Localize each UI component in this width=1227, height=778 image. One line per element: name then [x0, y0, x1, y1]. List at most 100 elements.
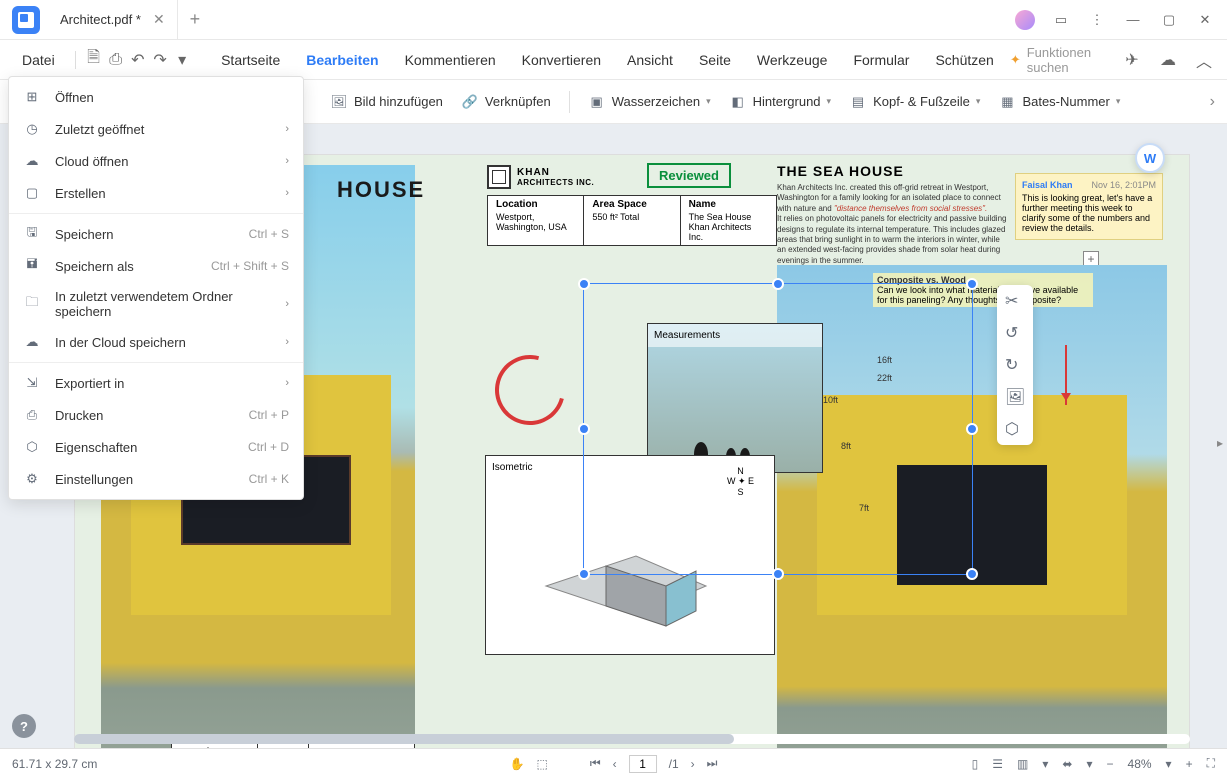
- view-facing-icon[interactable]: ▥: [1017, 757, 1028, 771]
- menu-recent[interactable]: ◷Zuletzt geöffnet›: [9, 113, 303, 145]
- extract-icon[interactable]: ⬡: [1005, 419, 1025, 439]
- menu-ansicht[interactable]: Ansicht: [617, 46, 683, 74]
- view-dropdown-icon[interactable]: ▾: [1086, 757, 1092, 771]
- next-page-icon[interactable]: ›: [691, 757, 695, 771]
- close-window-button[interactable]: ✕: [1195, 10, 1215, 30]
- close-tab-icon[interactable]: ✕: [153, 11, 165, 28]
- clock-icon: ◷: [23, 120, 41, 138]
- redo-icon[interactable]: ↷: [152, 49, 168, 71]
- chevron-down-icon: ▾: [976, 96, 981, 107]
- undo-icon[interactable]: ↶: [130, 49, 146, 71]
- menu-schuetzen[interactable]: Schützen: [925, 46, 1003, 74]
- help-button[interactable]: ?: [12, 714, 36, 738]
- menu-file[interactable]: Datei: [12, 46, 65, 74]
- minimize-button[interactable]: —: [1123, 10, 1143, 30]
- link-icon: 🔗: [461, 93, 479, 111]
- menu-properties[interactable]: ⬡EigenschaftenCtrl + D: [9, 431, 303, 463]
- cloud-upload-icon[interactable]: ☁: [1157, 49, 1179, 71]
- menu-save-as[interactable]: 🖬Speichern alsCtrl + Shift + S: [9, 250, 303, 282]
- view-single-icon[interactable]: ▯: [972, 757, 979, 771]
- more-icon[interactable]: ⋮: [1087, 10, 1107, 30]
- tool-link[interactable]: 🔗 Verknüpfen: [461, 93, 551, 111]
- menu-print[interactable]: ⎙DruckenCtrl + P: [9, 399, 303, 431]
- zoom-out-icon[interactable]: −: [1107, 757, 1114, 771]
- comment-author: Faisal Khan: [1022, 180, 1073, 190]
- menu-save[interactable]: 🖫SpeichernCtrl + S: [9, 218, 303, 250]
- rotate-right-icon[interactable]: ↻: [1005, 355, 1025, 375]
- header-footer-icon: ▤: [849, 93, 867, 111]
- menu-create[interactable]: ▢Erstellen›: [9, 177, 303, 209]
- resize-handle-w[interactable]: [578, 423, 590, 435]
- resize-handle-nw[interactable]: [578, 278, 590, 290]
- zoom-in-icon[interactable]: +: [1186, 757, 1193, 771]
- first-page-icon[interactable]: ⏮: [590, 756, 601, 771]
- add-tab-button[interactable]: +: [178, 9, 213, 30]
- search-functions[interactable]: ✦ Funktionen suchen: [1010, 45, 1103, 75]
- cloud-upload-icon: ☁: [23, 333, 41, 351]
- chevron-right-icon: ›: [285, 187, 289, 199]
- menu-bearbeiten[interactable]: Bearbeiten: [296, 46, 388, 74]
- last-page-icon[interactable]: ⏭: [707, 756, 718, 771]
- page-input[interactable]: [629, 755, 657, 773]
- menu-formular[interactable]: Formular: [843, 46, 919, 74]
- fit-width-icon[interactable]: ⬌: [1062, 757, 1072, 771]
- menu-startseite[interactable]: Startseite: [211, 46, 290, 74]
- menu-save-recent-folder[interactable]: 🗀In zuletzt verwendetem Ordner speichern…: [9, 282, 303, 326]
- chevron-down-icon: ▾: [706, 96, 711, 107]
- sparkle-icon: ✦: [1010, 52, 1021, 68]
- menubar: Datei 🗎 ⎙ ↶ ↷ ▾ Startseite Bearbeiten Ko…: [0, 40, 1227, 80]
- tool-header-footer[interactable]: ▤ Kopf- & Fußzeile ▾: [849, 93, 980, 111]
- menu-kommentieren[interactable]: Kommentieren: [395, 46, 506, 74]
- tab-document[interactable]: Architect.pdf * ✕: [48, 0, 178, 39]
- tool-watermark[interactable]: ▣ Wasserzeichen ▾: [588, 93, 711, 111]
- avatar[interactable]: [1015, 10, 1035, 30]
- menu-cloud-open[interactable]: ☁Cloud öffnen›: [9, 145, 303, 177]
- statusbar: 61.71 x 29.7 cm ✋ ⬚ ⏮ ‹ /1 › ⏭ ▯ ☰ ▥ ▾ ⬌…: [0, 748, 1227, 778]
- qat-dropdown-icon[interactable]: ▾: [174, 49, 190, 71]
- menu-open[interactable]: ⊞Öffnen: [9, 81, 303, 113]
- file-menu-dropdown: ⊞Öffnen ◷Zuletzt geöffnet› ☁Cloud öffnen…: [8, 76, 304, 500]
- prev-page-icon[interactable]: ‹: [613, 757, 617, 771]
- menu-export[interactable]: ⇲Exportiert in›: [9, 367, 303, 399]
- send-icon[interactable]: ✈: [1121, 49, 1143, 71]
- app-icon[interactable]: [12, 6, 40, 34]
- menu-seite[interactable]: Seite: [689, 46, 741, 74]
- isometric-panel: Isometric N W ✦ E S: [485, 455, 775, 655]
- horizontal-scrollbar[interactable]: [74, 734, 1190, 744]
- replace-image-icon[interactable]: 🖼: [1005, 387, 1025, 407]
- tool-link-label: Verknüpfen: [485, 94, 551, 109]
- doc-mid-header: KHAN ARCHITECTS INC. LocationWestport, W…: [487, 165, 777, 246]
- expand-sidebar-icon[interactable]: ▸: [1217, 436, 1223, 450]
- scrollbar-thumb[interactable]: [74, 734, 734, 744]
- menu-konvertieren[interactable]: Konvertieren: [512, 46, 611, 74]
- bates-icon: ▦: [998, 93, 1016, 111]
- view-continuous-icon[interactable]: ☰: [992, 757, 1003, 771]
- collapse-ribbon-icon[interactable]: ︿: [1193, 49, 1215, 71]
- print-icon[interactable]: ⎙: [108, 49, 124, 71]
- zoom-dropdown-icon[interactable]: ▾: [1166, 757, 1172, 771]
- comment-note[interactable]: Faisal Khan Nov 16, 2:01PM This is looki…: [1015, 173, 1163, 240]
- chevron-right-icon: ›: [285, 377, 289, 389]
- maximize-button[interactable]: ▢: [1159, 10, 1179, 30]
- toolbar-more-icon[interactable]: ›: [1210, 93, 1215, 111]
- word-export-badge[interactable]: W: [1135, 143, 1165, 173]
- cloud-icon: ☁: [23, 152, 41, 170]
- red-arrow-annotation: [1065, 345, 1067, 405]
- fullscreen-icon[interactable]: ⛶: [1207, 756, 1215, 771]
- save-icon[interactable]: 🗎: [85, 49, 101, 71]
- zoom-level: 48%: [1128, 757, 1152, 771]
- chat-icon[interactable]: ▭: [1051, 10, 1071, 30]
- rotate-left-icon[interactable]: ↺: [1005, 323, 1025, 343]
- menu-settings[interactable]: ⚙EinstellungenCtrl + K: [9, 463, 303, 495]
- settings-icon: ⚙: [23, 470, 41, 488]
- select-tool-icon[interactable]: ⬚: [536, 757, 547, 771]
- tool-add-image[interactable]: 🖼 Bild hinzufügen: [330, 93, 443, 111]
- crop-icon[interactable]: ✂: [1005, 291, 1025, 311]
- menu-werkzeuge[interactable]: Werkzeuge: [747, 46, 838, 74]
- tool-bates[interactable]: ▦ Bates-Nummer ▾: [998, 93, 1120, 111]
- tool-background[interactable]: ◧ Hintergrund ▾: [729, 93, 831, 111]
- view-mode-dropdown-icon[interactable]: ▾: [1042, 757, 1048, 771]
- menu-save-cloud[interactable]: ☁In der Cloud speichern›: [9, 326, 303, 358]
- hand-tool-icon[interactable]: ✋: [510, 757, 525, 771]
- page-dimensions: 61.71 x 29.7 cm: [12, 757, 97, 771]
